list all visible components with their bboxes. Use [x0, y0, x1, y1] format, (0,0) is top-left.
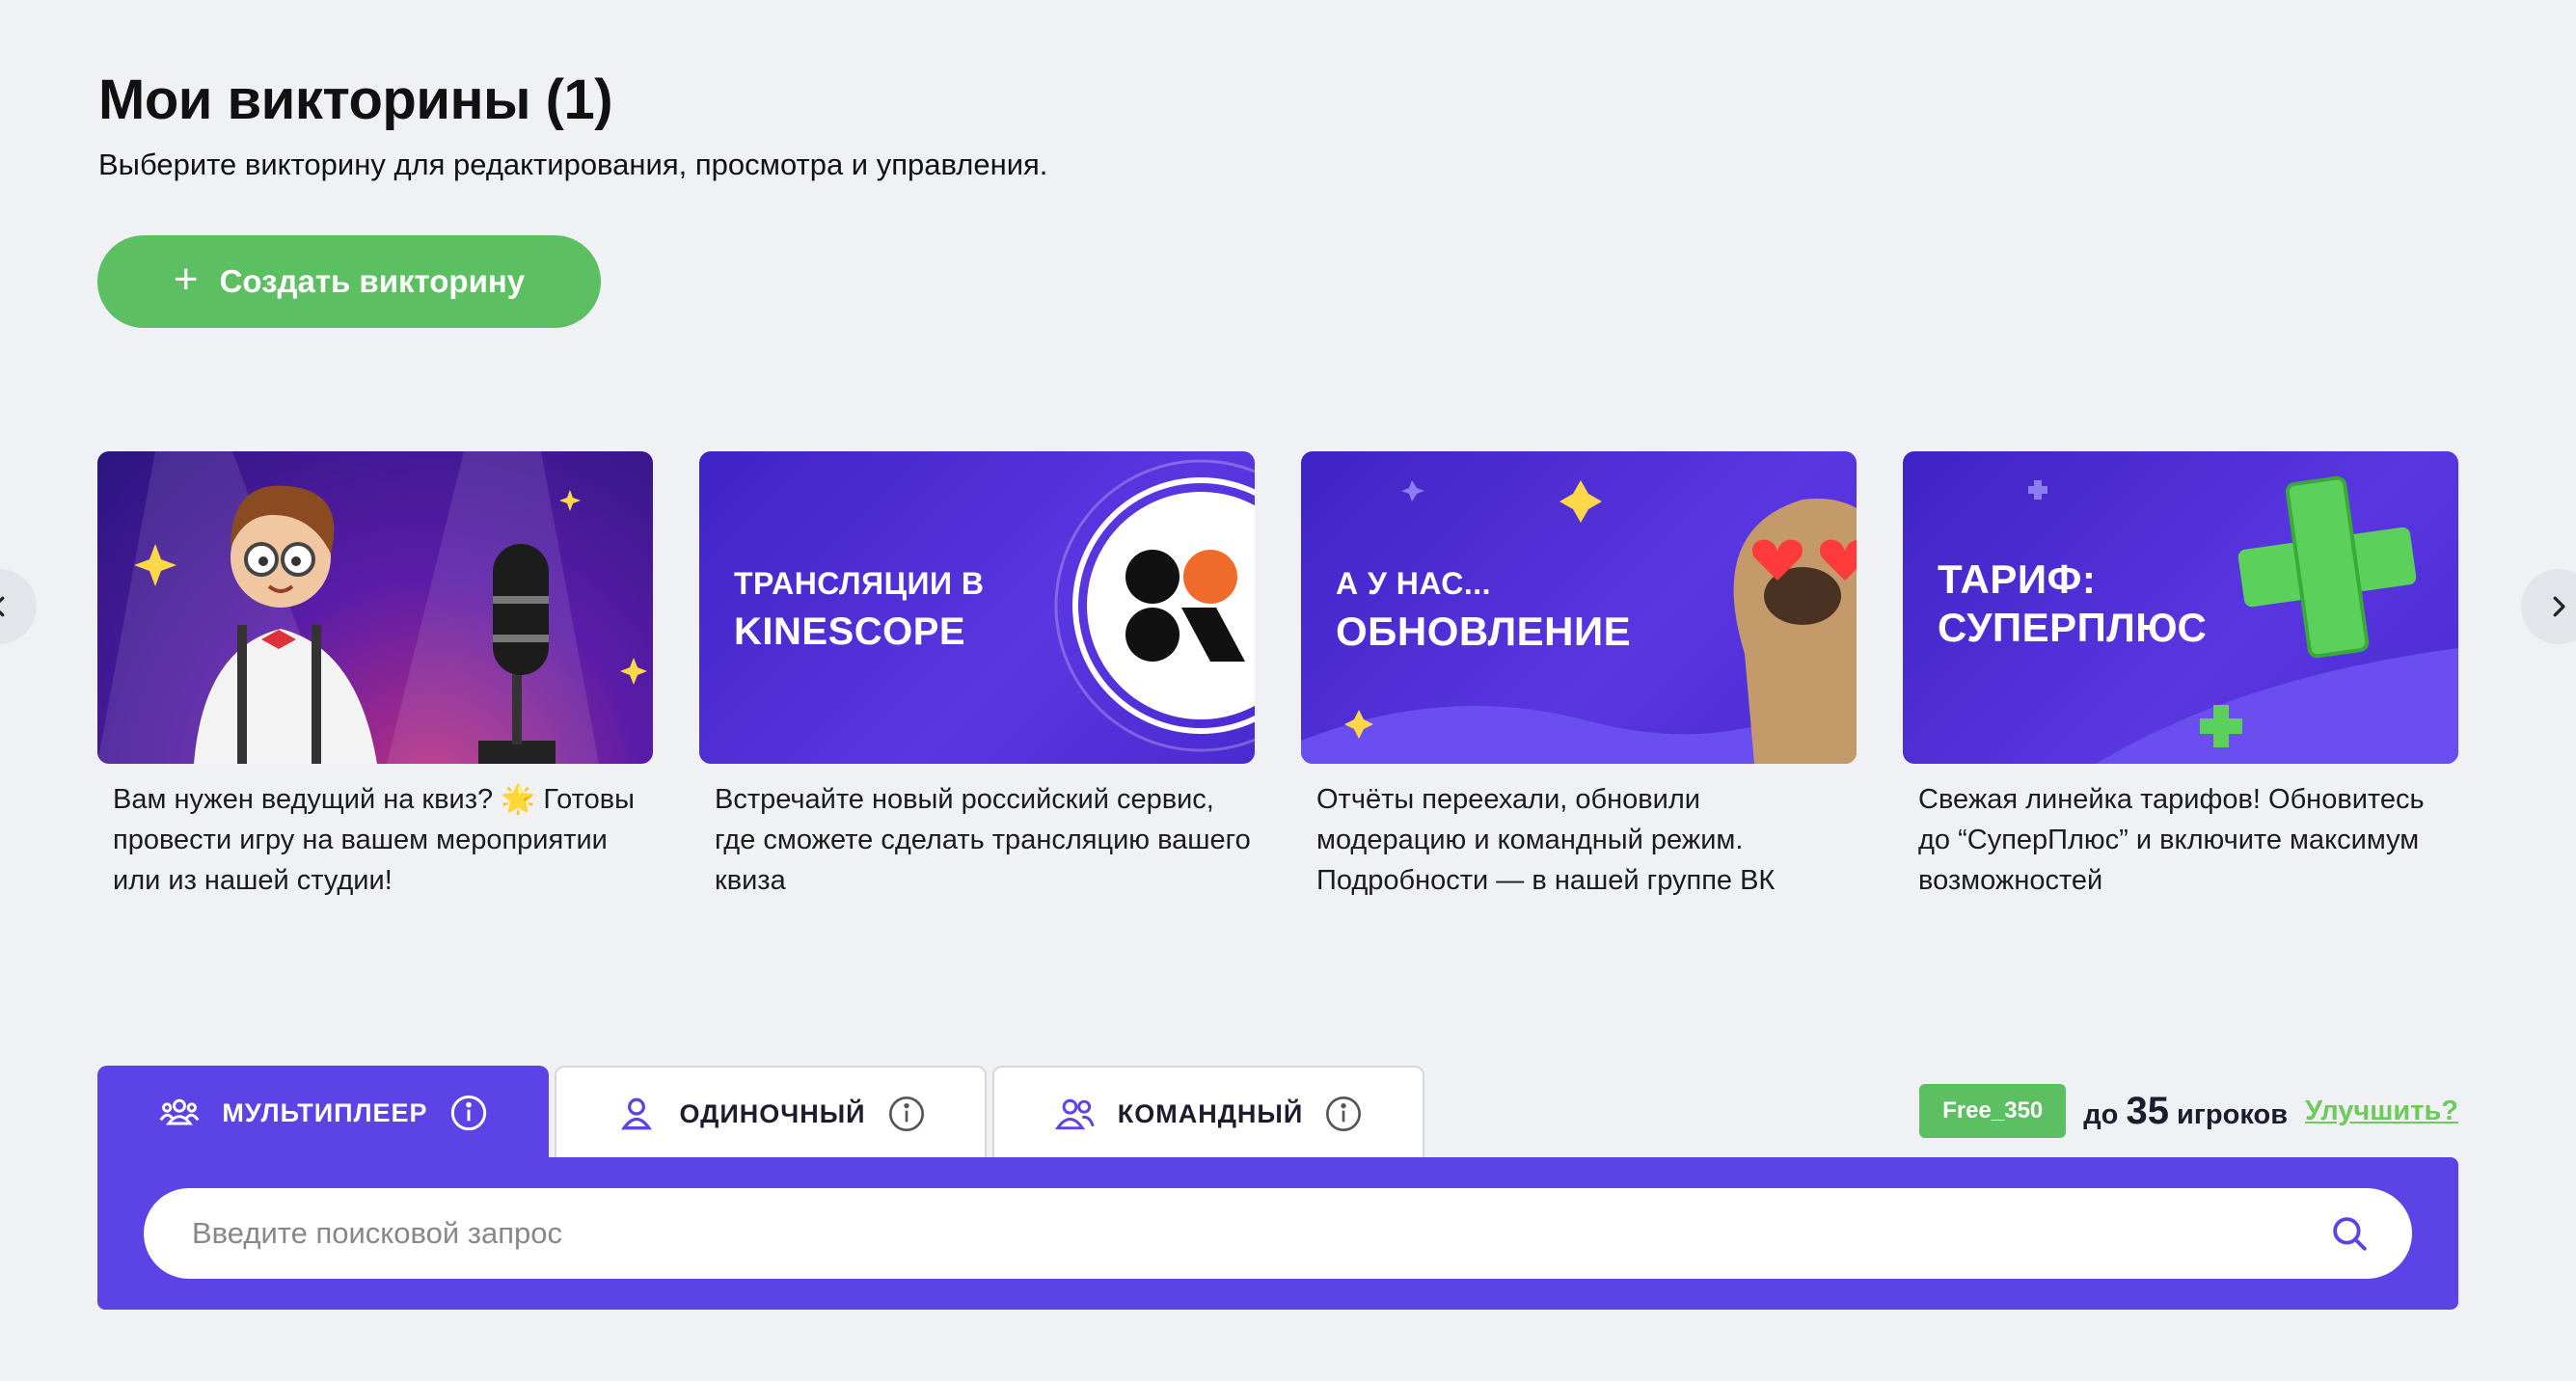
plan-badge: Free_350	[1919, 1084, 2067, 1138]
info-icon[interactable]	[1324, 1095, 1363, 1133]
player-limit: до 35 игроков	[2083, 1090, 2288, 1133]
create-quiz-label: Создать викторину	[219, 263, 526, 299]
tab-team[interactable]: КОМАНДНЫЙ	[992, 1066, 1424, 1160]
promo-banner-update[interactable]: А У НАС... ОБНОВЛЕНИЕ	[1301, 451, 1857, 764]
search-input[interactable]	[190, 1215, 2329, 1252]
team-icon	[1054, 1098, 1095, 1130]
carousel-next-button[interactable]	[2521, 569, 2576, 644]
promo-caption: Встречайте новый российский сервис, где …	[715, 784, 1251, 896]
tab-label: КОМАНДНЫЙ	[1117, 1098, 1304, 1128]
banner-title: А У НАС... ОБНОВЛЕНИЕ	[1336, 566, 1632, 654]
tab-label: МУЛЬТИПЛЕЕР	[222, 1097, 428, 1127]
player-limit-count: 35	[2126, 1089, 2169, 1132]
carousel-prev-button[interactable]	[0, 569, 37, 644]
promo-banner-host[interactable]	[97, 451, 653, 764]
chevron-right-icon	[2553, 596, 2565, 617]
tab-multiplayer[interactable]: МУЛЬТИПЛЕЕР	[97, 1066, 549, 1160]
host-illustration	[97, 451, 647, 764]
promo-card-host[interactable]: Вам нужен ведущий на квиз? 🌟 Готовы пров…	[97, 451, 653, 901]
promo-caption: Свежая линейка тарифов! Обновитесь до “С…	[1918, 784, 2425, 896]
page-title: Мои викторины (1)	[98, 68, 613, 131]
promo-caption: Вам нужен ведущий на квиз? 🌟 Готовы пров…	[113, 784, 635, 896]
users-group-icon	[159, 1098, 200, 1125]
chevron-left-icon	[0, 596, 5, 617]
promo-card-kinescope[interactable]: ТРАНСЛЯЦИИ В KINESCOPE Встречайте новый р…	[699, 451, 1255, 901]
player-limit-prefix: до	[2083, 1098, 2119, 1130]
promo-banner-kinescope[interactable]: ТРАНСЛЯЦИИ В KINESCOPE	[699, 451, 1255, 764]
promo-banner-tariff[interactable]: ТАРИФ: СУПЕРПЛЮС	[1903, 451, 2458, 764]
page-subtitle: Выберите викторину для редактирования, п…	[98, 148, 1048, 181]
upgrade-link[interactable]: Улучшить?	[2305, 1096, 2458, 1127]
promo-card-tariff[interactable]: ТАРИФ: СУПЕРПЛЮС Свежая линейка тарифов! …	[1903, 451, 2458, 901]
game-mode-tabs: МУЛЬТИПЛЕЕР ОДИНОЧНЫЙ КОМАНДНЫЙ	[97, 1066, 1424, 1160]
banner-title: ТРАНСЛЯЦИИ В KINESCOPE	[734, 566, 985, 653]
plus-icon: +	[173, 256, 199, 303]
user-icon	[621, 1097, 653, 1130]
plan-info: Free_350 до 35 игроков Улучшить?	[1919, 1084, 2458, 1138]
info-icon[interactable]	[887, 1095, 926, 1133]
promo-card-update[interactable]: А У НАС... ОБНОВЛЕНИЕ Отчёты переехали, о…	[1301, 451, 1857, 901]
search-icon[interactable]	[2329, 1213, 2370, 1254]
banner-title: ТАРИФ: СУПЕРПЛЮС	[1938, 556, 2208, 650]
info-icon[interactable]	[449, 1094, 488, 1132]
search-panel	[97, 1157, 2458, 1310]
tab-label: ОДИНОЧНЫЙ	[679, 1098, 866, 1128]
player-limit-suffix: игроков	[2177, 1098, 2289, 1130]
tab-single[interactable]: ОДИНОЧНЫЙ	[555, 1066, 987, 1160]
create-quiz-button[interactable]: + Создать викторину	[97, 235, 601, 328]
search-box[interactable]	[144, 1188, 2412, 1279]
promo-caption: Отчёты переехали, обновили модерацию и к…	[1316, 784, 1776, 896]
